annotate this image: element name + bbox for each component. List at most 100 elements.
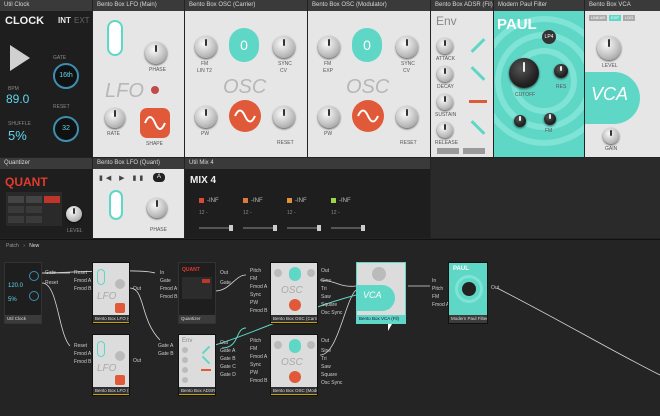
port-pw-2[interactable]: PW: [250, 370, 258, 376]
port-out[interactable]: Out: [133, 286, 141, 292]
port-gate-out-q[interactable]: Gate: [220, 280, 231, 286]
fm-knob[interactable]: [195, 36, 217, 58]
port-square[interactable]: Square: [321, 302, 337, 308]
patch-osc-carrier-module[interactable]: OSC Bento Box OSC (Carrier): [270, 262, 318, 324]
port-fmod-a-filter[interactable]: Fmod A: [432, 302, 449, 308]
port-gate-out[interactable]: Gate: [45, 270, 56, 276]
port-pitch-filter[interactable]: Pitch: [432, 286, 443, 292]
cutoff-knob[interactable]: [509, 58, 539, 88]
gain-knob[interactable]: [603, 128, 619, 144]
port-in-filter[interactable]: In: [432, 278, 436, 284]
vca-tab-exp[interactable]: EXP: [609, 15, 621, 21]
port-gate-c-out[interactable]: Gate C: [220, 364, 236, 370]
port-out-q[interactable]: Out: [220, 270, 228, 276]
port-reset-in[interactable]: Reset: [74, 270, 87, 276]
lfo-sync-led[interactable]: [151, 86, 159, 94]
port-gate-a-out[interactable]: Gate A: [220, 348, 235, 354]
fader-3[interactable]: [287, 225, 321, 231]
patch-area[interactable]: Patch › New 120.0 5% Util Clock Gate Res…: [0, 239, 660, 415]
port-fmod-b[interactable]: Fmod B: [250, 308, 268, 314]
sync-knob[interactable]: [396, 36, 418, 58]
port-tri-2[interactable]: Tri: [321, 356, 327, 362]
reset-knob[interactable]: 32: [53, 116, 79, 142]
port-square-2[interactable]: Square: [321, 372, 337, 378]
pw-knob[interactable]: [195, 106, 217, 128]
port-gate-b-out[interactable]: Gate B: [220, 356, 236, 362]
reset-knob[interactable]: [273, 106, 295, 128]
fm-knob[interactable]: [318, 36, 340, 58]
pw-knob[interactable]: [318, 106, 340, 128]
adsr-gate-button[interactable]: [437, 148, 459, 154]
vca-tab-log[interactable]: LOG: [623, 15, 635, 21]
pitch-display[interactable]: 0: [352, 28, 382, 62]
port-osc-sync[interactable]: Osc Sync: [321, 310, 342, 316]
mix-channel-1[interactable]: -INF: [199, 198, 219, 204]
filter-mode[interactable]: LP4: [542, 30, 556, 44]
play-icon[interactable]: [10, 45, 30, 71]
mix-channel-4[interactable]: -INF: [331, 198, 351, 204]
vca-tab-linear[interactable]: LINEAR: [589, 15, 607, 21]
gate-knob[interactable]: 16th: [53, 63, 79, 89]
port-fmod-a-in[interactable]: Fmod A: [74, 278, 91, 284]
port-out-2[interactable]: Out: [133, 358, 141, 364]
port-fmod-a-2[interactable]: Fmod A: [250, 354, 267, 360]
patch-lfo-quant-module[interactable]: LFO Bento Box LFO (Quant): [92, 262, 130, 324]
port-sine[interactable]: Sine: [321, 278, 331, 284]
port-gate-a[interactable]: Gate A: [158, 343, 173, 349]
clock-mode-int[interactable]: INT: [58, 16, 71, 25]
res-knob[interactable]: [554, 64, 568, 78]
patch-vca-module[interactable]: VCA Bento Box VCA (Fil): [356, 262, 406, 324]
reset-knob[interactable]: [396, 106, 418, 128]
port-gate-d-out[interactable]: Gate D: [220, 372, 236, 378]
sustain-knob[interactable]: [437, 94, 453, 110]
level-knob[interactable]: [597, 36, 621, 60]
patch-filter-module[interactable]: PAUL Modern Paul Filter: [448, 262, 488, 324]
decay-knob[interactable]: [437, 66, 453, 82]
port-fmod-b-2[interactable]: Fmod B: [250, 378, 268, 384]
port-sync[interactable]: Sync: [250, 292, 261, 298]
mix-channel-2[interactable]: -INF: [243, 198, 263, 204]
port-fmod-b-in-2[interactable]: Fmod B: [74, 359, 92, 365]
transport-icons[interactable]: ▮◀ ▶ ▮▮: [99, 174, 146, 182]
adsr-cv-button[interactable]: [463, 148, 485, 154]
port-osc-sync-2[interactable]: Osc Sync: [321, 380, 342, 386]
fm-knob[interactable]: [514, 115, 526, 127]
lfo-quant-rate-slider[interactable]: [109, 190, 123, 220]
port-reset-in-2[interactable]: Reset: [74, 343, 87, 349]
wave-display[interactable]: [229, 100, 261, 132]
port-fmod-a[interactable]: Fmod A: [250, 284, 267, 290]
port-fmod-a-q[interactable]: Fmod A: [160, 286, 177, 292]
lfo-shape-display[interactable]: [140, 108, 170, 138]
quant-key-grid[interactable]: [6, 192, 62, 226]
clock-mode-ext[interactable]: EXT: [74, 16, 90, 25]
bpm-value[interactable]: 89.0: [6, 92, 29, 106]
fader-2[interactable]: [243, 225, 277, 231]
port-fm-filter[interactable]: FM: [432, 294, 439, 300]
port-fm-2[interactable]: FM: [250, 346, 257, 352]
rate-knob[interactable]: [105, 108, 125, 128]
port-saw[interactable]: Saw: [321, 294, 331, 300]
fader-4[interactable]: [331, 225, 365, 231]
port-gate-b[interactable]: Gate B: [158, 351, 174, 357]
port-fmod-a-in-2[interactable]: Fmod A: [74, 351, 91, 357]
lfo-quant-phase-knob[interactable]: [147, 198, 167, 218]
port-fmod-b-in[interactable]: Fmod B: [74, 286, 92, 292]
port-sync-2[interactable]: Sync: [250, 362, 261, 368]
fader-1[interactable]: [199, 225, 233, 231]
port-pitch[interactable]: Pitch: [250, 268, 261, 274]
patch-lfo-fil-module[interactable]: LFO Bento Box LFO (Fil): [92, 334, 130, 396]
port-out-filter[interactable]: Out: [491, 285, 499, 291]
patch-clock-module[interactable]: 120.0 5% Util Clock: [4, 262, 42, 324]
patch-quant-module[interactable]: QUANT Quantizer: [178, 262, 216, 324]
attack-knob[interactable]: [437, 38, 453, 54]
phase-knob[interactable]: [145, 42, 167, 64]
port-reset-out[interactable]: Reset: [45, 280, 58, 286]
port-gate-in[interactable]: Gate: [160, 278, 171, 284]
port-out-osc-2[interactable]: Out: [321, 338, 329, 344]
port-pitch-2[interactable]: Pitch: [250, 338, 261, 344]
wave-display[interactable]: [352, 100, 384, 132]
port-pw[interactable]: PW: [250, 300, 258, 306]
port-tri[interactable]: Tri: [321, 286, 327, 292]
patch-osc-mod-module[interactable]: OSC Bento Box OSC (Modulator): [270, 334, 318, 396]
port-fmod-b-q[interactable]: Fmod B: [160, 294, 178, 300]
